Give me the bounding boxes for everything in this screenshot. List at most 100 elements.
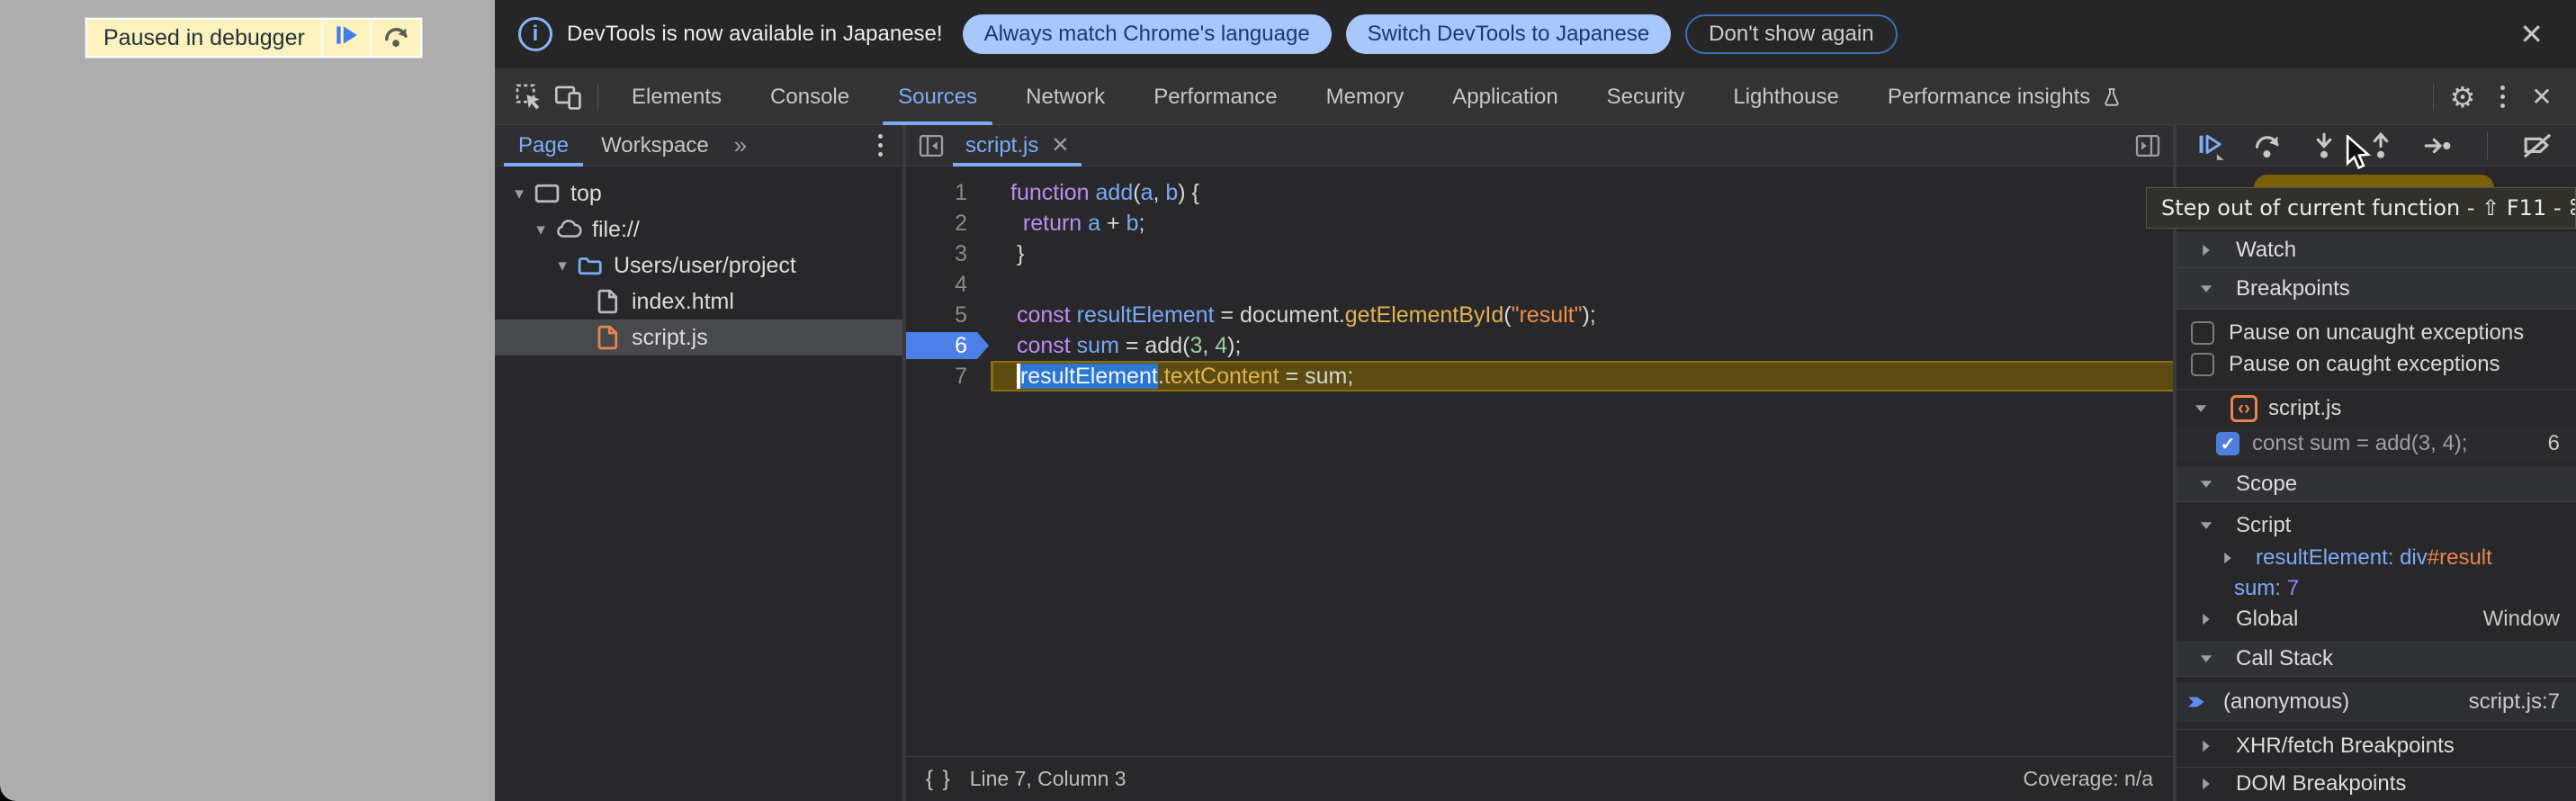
resume-button[interactable] (2195, 130, 2227, 162)
section-scope[interactable]: Scope (2177, 466, 2576, 502)
infobar-close-icon[interactable]: ✕ (2510, 17, 2553, 51)
hide-navigator-icon[interactable] (913, 128, 949, 164)
code-line-3: 3 } (906, 238, 2173, 269)
tree-item-script.js[interactable]: script.js (495, 320, 902, 356)
resume-script-button[interactable] (323, 20, 370, 56)
tree-item-label: script.js (632, 325, 708, 351)
panel-tab-memory[interactable]: Memory (1302, 69, 1429, 125)
pretty-print-icon[interactable]: { } (926, 767, 952, 792)
call-stack-frame[interactable]: (anonymous) script.js:7 (2177, 682, 2576, 722)
switch-to-japanese-button[interactable]: Switch DevTools to Japanese (1346, 14, 1672, 54)
tree-expander-icon[interactable]: ▾ (507, 184, 531, 204)
panel-tab-performance-insights[interactable]: Performance insights (1863, 69, 2147, 125)
frame-location: script.js:7 (2469, 689, 2576, 715)
cloud-icon (554, 216, 583, 243)
tree-expander-icon[interactable]: ▾ (551, 256, 574, 276)
tree-item-label: index.html (632, 289, 734, 315)
editor-tab-close-icon[interactable]: ✕ (1051, 132, 1069, 158)
line-content[interactable] (991, 269, 2173, 300)
step-into-button[interactable] (2308, 130, 2340, 162)
file-tree: ▾ top ▾ file:// ▾ Users/user/project index.htm… (495, 166, 902, 356)
section-breakpoints[interactable]: Breakpoints (2177, 268, 2576, 310)
language-infobar: i DevTools is now available in Japanese!… (495, 0, 2576, 69)
navigator-tab-workspace[interactable]: Workspace (585, 125, 725, 166)
editor-tab-label: script.js (965, 133, 1038, 158)
more-tabs-icon[interactable]: » (725, 131, 756, 159)
section-dom-breakpoints[interactable]: DOM Breakpoints (2177, 767, 2576, 799)
tabbar-separator-right (2433, 84, 2434, 111)
js-file-icon: ‹› (2230, 395, 2257, 422)
tree-item-label: Users/user/project (614, 253, 796, 279)
pause-uncaught-checkbox[interactable] (2191, 321, 2214, 345)
code-line-4: 4 (906, 269, 2173, 300)
info-icon: i (518, 17, 552, 51)
line-content[interactable]: const sum = add(3, 4); (991, 330, 2173, 361)
step-over-button[interactable] (2251, 130, 2284, 162)
tree-item-file-[interactable]: ▾ file:// (495, 212, 902, 248)
panel-tab-application[interactable]: Application (1428, 69, 1582, 125)
tree-item-top[interactable]: ▾ top (495, 176, 902, 212)
section-call-stack[interactable]: Call Stack (2177, 641, 2576, 677)
panel-tab-security[interactable]: Security (1583, 69, 1710, 125)
pause-caught-checkbox[interactable] (2191, 353, 2214, 376)
navigator-menu-icon[interactable] (866, 134, 895, 157)
breakpoint-entry[interactable]: ✓ const sum = add(3, 4); 6 (2177, 427, 2576, 461)
gutter-line-1[interactable]: 1 (906, 177, 991, 208)
panel-tab-performance[interactable]: Performance (1129, 69, 1301, 125)
paused-in-debugger-banner: Paused in debugger (85, 17, 423, 58)
line-content[interactable]: } (991, 238, 2173, 269)
step-over-banner-button[interactable] (372, 20, 420, 56)
panel-tab-lighthouse[interactable]: Lighthouse (1709, 69, 1862, 125)
pause-caught-row: Pause on caught exceptions (2177, 349, 2576, 380)
breakpoint-gutter-line-6[interactable]: 6 (906, 330, 991, 361)
navigator-tab-page[interactable]: Page (502, 125, 585, 166)
panel-tab-network[interactable]: Network (1001, 69, 1129, 125)
gutter-line-2[interactable]: 2 (906, 208, 991, 238)
code-editor[interactable]: 1function add(a, b) {2 return a + b;3 }4… (906, 166, 2173, 756)
step-over-icon (381, 21, 410, 56)
breakpoint-checkbox[interactable]: ✓ (2216, 432, 2239, 455)
tree-expander-icon[interactable]: ▾ (529, 220, 552, 240)
editor-tab-scriptjs[interactable]: script.js ✕ (949, 125, 1085, 166)
scope-var-resultelement[interactable]: resultElement: div#result (2177, 542, 2576, 574)
inspect-element-icon[interactable] (509, 77, 549, 117)
scope-script-row[interactable]: Script (2177, 509, 2576, 542)
hide-debugger-icon[interactable] (2130, 128, 2166, 164)
gutter-line-4[interactable]: 4 (906, 269, 991, 300)
line-content[interactable]: const resultElement = document.getElemen… (991, 300, 2173, 330)
dont-show-again-button[interactable]: Don't show again (1685, 14, 1897, 54)
device-toolbar-icon[interactable] (549, 77, 588, 117)
panel-tabs: ElementsConsoleSourcesNetworkPerformance… (607, 69, 2147, 125)
line-content[interactable]: function add(a, b) { (991, 177, 2173, 208)
section-xhr-breakpoints[interactable]: XHR/fetch Breakpoints (2177, 729, 2576, 761)
tree-item-label: top (570, 181, 602, 207)
devtools-close-icon[interactable]: ✕ (2522, 77, 2562, 117)
gutter-line-3[interactable]: 3 (906, 238, 991, 269)
always-match-language-button[interactable]: Always match Chrome's language (963, 14, 1332, 54)
paused-banner-label: Paused in debugger (87, 20, 321, 56)
paused-token: resultElement (1017, 364, 1158, 389)
step-button[interactable] (2421, 130, 2454, 162)
panel-tab-sources[interactable]: Sources (874, 69, 1001, 125)
code-line-5: 5 const resultElement = document.getElem… (906, 300, 2173, 330)
line-content[interactable]: return a + b; (991, 208, 2173, 238)
tree-item-users-user-project[interactable]: ▾ Users/user/project (495, 248, 902, 284)
tree-item-index.html[interactable]: index.html (495, 284, 902, 320)
breakpoint-group-scriptjs[interactable]: ‹› script.js (2177, 389, 2576, 427)
customize-menu-icon[interactable] (2482, 77, 2522, 117)
section-watch[interactable]: Watch (2177, 232, 2576, 268)
mouse-cursor (2344, 135, 2374, 176)
panel-tab-console[interactable]: Console (746, 69, 874, 125)
code-line-6: 6 const sum = add(3, 4); (906, 330, 2173, 361)
tree-item-label: file:// (592, 217, 640, 243)
gutter-line-7[interactable]: 7 (906, 361, 991, 392)
scope-var-sum[interactable]: sum: 7 (2177, 574, 2576, 603)
current-frame-icon (2187, 693, 2207, 711)
scope-global-row[interactable]: Global Window (2177, 603, 2576, 635)
deactivate-breakpoints-icon[interactable] (2521, 130, 2554, 162)
editor-pane: script.js ✕ 1function add(a, b) {2 retur… (906, 125, 2173, 801)
settings-gear-icon[interactable]: ⚙ (2443, 77, 2482, 117)
execution-line-content[interactable]: resultElement.textContent = sum; (991, 361, 2173, 392)
panel-tab-elements[interactable]: Elements (607, 69, 746, 125)
gutter-line-5[interactable]: 5 (906, 300, 991, 330)
